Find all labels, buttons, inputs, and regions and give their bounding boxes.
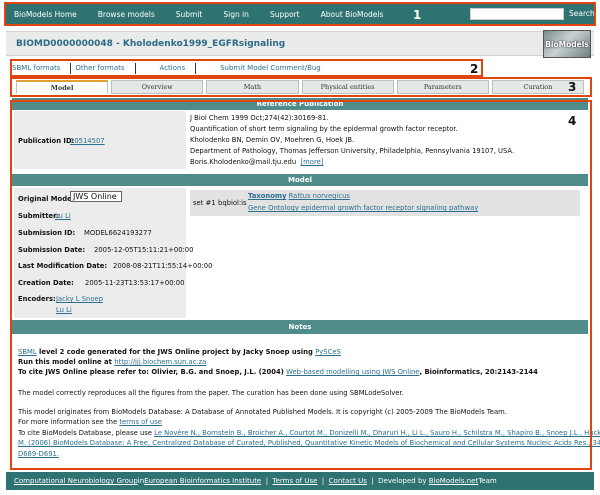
format-links: SBML formats Other formats Actions Submi…	[12, 61, 482, 76]
search-input[interactable]	[470, 8, 564, 20]
notes-line-3-text: To cite JWS Online please refer to: Oliv…	[18, 368, 287, 376]
notes-terms: For more information see the terms of us…	[18, 418, 162, 426]
top-navigation: BioModels Home Browse models Submit Sign…	[6, 4, 595, 24]
footer-sep-1: |	[261, 477, 273, 485]
model-header: Model	[12, 174, 588, 186]
pub-email-row: Boris.Kholodenko@mail.tju.edu [more]	[190, 157, 580, 168]
annotation-number-2: 2	[470, 62, 479, 76]
jws-online-logo[interactable]: JWS Online	[70, 191, 122, 202]
encoder-link-li[interactable]: Lu Li	[56, 306, 72, 314]
pysces-link[interactable]: PySCeS	[315, 348, 341, 356]
annotation-number-4: 4	[568, 114, 577, 128]
biomodels-citation-link[interactable]: Le Novère N., Bornstein B., Broicher A.,…	[154, 429, 600, 437]
pub-title: Quantification of short term signaling b…	[190, 125, 458, 133]
nav-browse-models[interactable]: Browse models	[98, 10, 155, 19]
footer-sep-3: | Developed by	[366, 477, 429, 485]
nav-support[interactable]: Support	[270, 10, 300, 19]
notes-cite-text: To cite BioModels Database, please use	[18, 429, 155, 437]
sbml-formats-link[interactable]: SBML formats	[12, 63, 72, 74]
tab-overview[interactable]: Overview	[111, 80, 204, 94]
notes-line-2-text: Run this model online at	[18, 358, 115, 366]
model-tabs: Model Overview Math Physical entities Pa…	[16, 80, 585, 94]
annotation-number-1: 1	[413, 8, 422, 22]
submitter-link[interactable]: Lu Li	[55, 212, 71, 220]
page-title: BIOMD0000000048 - Kholodenko1999_EGFRsig…	[16, 39, 286, 49]
pub-email: Boris.Kholodenko@mail.tju.edu	[190, 158, 297, 166]
pub-authors: Kholodenko BN, Demin OV, Moehren G, Hoek…	[190, 136, 355, 144]
last-modification-value: 2008-08-21T11:55:14+00:00	[113, 262, 213, 270]
jws-url-link[interactable]: http://jjj.biochem.sun.ac.za	[114, 358, 206, 366]
taxonomy-row: Taxonomy Rattus norvegicus	[248, 192, 350, 200]
last-modification-label: Last Modification Date:	[18, 262, 108, 270]
taxonomy-value-link[interactable]: Rattus norvegicus	[289, 192, 350, 200]
footer: Computational Neurobiology Group in Euro…	[6, 472, 594, 490]
submission-id-label: Submission ID:	[18, 229, 76, 237]
biomodels-citation-link-end[interactable]: D689-D691.	[18, 450, 59, 458]
bqbiol-qualifier: bqbiol:is	[218, 199, 247, 207]
reference-publication-header: Reference Publication	[12, 98, 588, 110]
notes-terms-text: For more information see the	[18, 418, 120, 426]
notes-cite: To cite BioModels Database, please use L…	[18, 429, 600, 437]
other-formats-link[interactable]: Other formats	[75, 63, 136, 74]
pubid-link[interactable]: 10514507	[70, 137, 105, 145]
search-button[interactable]: Search	[569, 9, 595, 18]
notes-line-3: To cite JWS Online please refer to: Oliv…	[18, 368, 538, 376]
nav-sign-in[interactable]: Sign in	[223, 10, 249, 19]
terms-of-use-link[interactable]: terms of use	[119, 418, 162, 426]
footer-tail: Team	[478, 477, 497, 485]
footer-contact-link[interactable]: Contact Us	[329, 477, 367, 485]
annotation-set-label: set #1	[193, 199, 216, 207]
notes-line-2: Run this model online at http://jjj.bioc…	[18, 358, 206, 366]
tab-parameters[interactable]: Parameters	[396, 80, 489, 94]
footer-terms-link[interactable]: Terms of Use	[273, 477, 318, 485]
tab-model[interactable]: Model	[16, 80, 109, 94]
notes-line-3-tail: , Bioinformatics, 20:2143-2144	[419, 368, 538, 376]
notes-line-1: SBML level 2 code generated for the JWS …	[18, 348, 341, 356]
logo-text: BioModels	[545, 39, 589, 49]
submit-comment-link[interactable]: Submit Model Comment/Bug	[220, 63, 331, 74]
footer-ebi-link[interactable]: European Bioinformatics Institute	[144, 477, 261, 485]
encoder-link-snoep[interactable]: Jacky L Snoep	[56, 295, 103, 303]
pubid-label: Publication ID:	[18, 137, 75, 145]
tab-math[interactable]: Math	[206, 80, 299, 94]
original-model-label: Original Model:	[18, 195, 77, 203]
biomodels-logo[interactable]: BioModels	[543, 30, 591, 58]
jws-citation-link[interactable]: Web-based modelling using JWS Online	[286, 368, 419, 376]
gene-ontology-link[interactable]: Gene Ontology epidermal growth factor re…	[248, 204, 478, 212]
notes-copyright: This model originates from BioModels Dat…	[18, 408, 507, 416]
nav-biomodels-home[interactable]: BioModels Home	[14, 10, 77, 19]
submission-date-label: Submission Date:	[18, 246, 86, 254]
more-link[interactable]: [more]	[301, 158, 324, 166]
notes-header: Notes	[12, 320, 588, 334]
notes-line-1-text: level 2 code generated for the JWS Onlin…	[36, 348, 316, 356]
nav-submit[interactable]: Submit	[176, 10, 203, 19]
footer-cng-link[interactable]: Computational Neurobiology Group	[14, 477, 138, 485]
annotation-number-3: 3	[568, 80, 577, 94]
sbml-link[interactable]: SBML	[18, 348, 37, 356]
pub-journal: J Biol Chem 1999 Oct;274(42):30169-81.	[190, 114, 329, 122]
actions-link[interactable]: Actions	[160, 63, 197, 74]
nav-about[interactable]: About BioModels	[321, 10, 384, 19]
pub-affiliation: Department of Pathology, Thomas Jefferso…	[190, 147, 515, 155]
footer-sep-2: |	[317, 477, 329, 485]
tab-physical-entities[interactable]: Physical entities	[301, 80, 394, 94]
footer-biomodels-net-link[interactable]: BioModels.net	[429, 477, 478, 485]
submission-date-value: 2005-12-05T15:11:21+00:00	[94, 246, 194, 254]
submission-id-value: MODEL6624193277	[84, 229, 152, 237]
encoders-label: Encoders:	[18, 295, 56, 303]
creation-date-value: 2005-11-23T13:53:17+00:00	[85, 279, 185, 287]
taxonomy-link[interactable]: Taxonomy	[248, 192, 286, 200]
model-title-bar: BIOMD0000000048 - Kholodenko1999_EGFRsig…	[6, 31, 594, 56]
notes-curation: The model correctly reproduces all the f…	[18, 389, 404, 397]
biomodels-citation-link-cont[interactable]: M. (2006) BioModels Database: A Free, Ce…	[18, 439, 600, 447]
creation-date-label: Creation Date:	[18, 279, 74, 287]
publication-details: J Biol Chem 1999 Oct;274(42):30169-81. Q…	[190, 113, 580, 168]
submitter-label: Submitter:	[18, 212, 60, 220]
